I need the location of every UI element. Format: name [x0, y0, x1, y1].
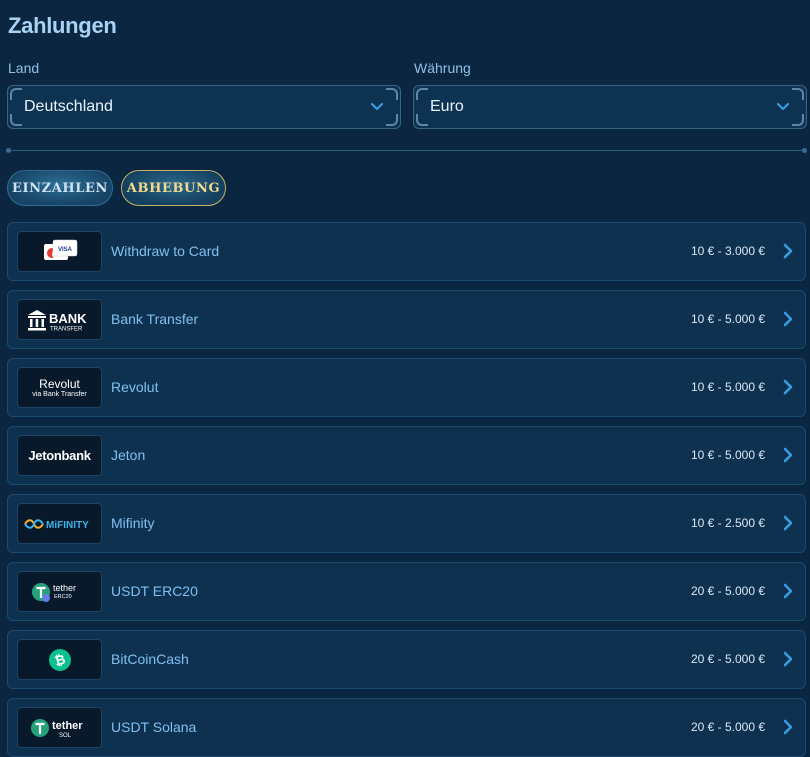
- method-range: 10 € - 2.500 €: [690, 516, 765, 530]
- chevron-right-icon: [783, 243, 793, 259]
- payment-method-row[interactable]: MiFINITY Mifinity 10 € - 2.500 €: [7, 494, 806, 553]
- method-name: Revolut: [111, 379, 159, 395]
- tab-withdraw[interactable]: ABHEBUNG: [121, 170, 226, 206]
- bank-icon: BANK TRANSFER: [27, 309, 87, 332]
- payment-method-row[interactable]: VISA Withdraw to Card 10 € - 3.000 €: [7, 222, 806, 281]
- logo-container: MiFINITY: [17, 503, 102, 544]
- logo-container: tether SOL: [17, 707, 102, 748]
- tether-logo-text: tether: [53, 583, 76, 593]
- logo-container: Revolut via Bank Transfer: [17, 367, 102, 408]
- corner-ornament: [386, 88, 398, 100]
- corner-ornament: [416, 88, 428, 100]
- visa-card-icon: VISA: [43, 239, 77, 260]
- country-select[interactable]: Deutschland: [7, 85, 401, 129]
- corner-ornament: [792, 114, 804, 126]
- payment-method-row[interactable]: ₿ BitCoinCash 20 € - 5.000 €: [7, 630, 806, 689]
- payment-method-row[interactable]: tether ERC20 USDT ERC20 20 € - 5.000 €: [7, 562, 806, 621]
- country-label: Land: [8, 60, 40, 76]
- bitcoin-cash-icon: ₿: [48, 648, 71, 671]
- revolut-logo-subtext: via Bank Transfer: [32, 390, 87, 398]
- tether-logo-subtext: ERC20: [54, 594, 72, 600]
- mifinity-logo: MiFINITY: [23, 518, 89, 531]
- visa-logo-text: VISA: [57, 247, 72, 253]
- tether-icon: tether ERC20: [31, 582, 76, 602]
- corner-ornament: [10, 114, 22, 126]
- payment-method-row[interactable]: Revolut via Bank Transfer Revolut 10 € -…: [7, 358, 806, 417]
- tab-deposit[interactable]: EINZAHLEN: [7, 170, 113, 206]
- chevron-right-icon: [783, 515, 793, 531]
- payments-page: Zahlungen Land Deutschland Währung Euro …: [0, 0, 810, 757]
- method-name: Jeton: [111, 447, 146, 463]
- mifinity-logo-text: MiFINITY: [46, 520, 89, 531]
- currency-value: Euro: [430, 98, 464, 115]
- jetonbank-logo: Jetonbank: [28, 448, 91, 463]
- logo-container: ₿: [17, 639, 102, 680]
- page-title: Zahlungen: [8, 13, 117, 38]
- logo-container: tether ERC20: [17, 571, 102, 612]
- currency-label: Währung: [414, 60, 471, 76]
- bank-logo-text: BANK: [49, 311, 87, 326]
- corner-ornament: [792, 88, 804, 100]
- revolut-logo-text: Revolut: [39, 376, 80, 391]
- logo-container: Jetonbank: [17, 435, 102, 476]
- method-name: Mifinity: [111, 515, 155, 531]
- revolut-logo: Revolut via Bank Transfer: [32, 378, 86, 398]
- logo-container: VISA: [17, 231, 102, 272]
- chevron-right-icon: [783, 651, 793, 667]
- tether-logo-subtext: SOL: [59, 733, 72, 739]
- method-range: 20 € - 5.000 €: [690, 584, 765, 598]
- method-range: 20 € - 5.000 €: [690, 652, 765, 666]
- chevron-right-icon: [783, 379, 793, 395]
- method-name: BitCoinCash: [111, 651, 189, 667]
- method-range: 10 € - 5.000 €: [690, 448, 765, 462]
- divider: [6, 148, 807, 153]
- chevron-right-icon: [783, 583, 793, 599]
- method-range: 10 € - 5.000 €: [690, 312, 765, 326]
- payment-method-row[interactable]: tether SOL USDT Solana 20 € - 5.000 €: [7, 698, 806, 757]
- payment-method-row[interactable]: BANK TRANSFER Bank Transfer 10 € - 5.000…: [7, 290, 806, 349]
- corner-ornament: [10, 88, 22, 100]
- method-name: USDT ERC20: [111, 583, 198, 599]
- method-name: Withdraw to Card: [111, 243, 220, 259]
- payment-method-row[interactable]: Jetonbank Jeton 10 € - 5.000 €: [7, 426, 806, 485]
- chevron-down-icon: [370, 102, 384, 111]
- method-name: Bank Transfer: [111, 311, 199, 327]
- chevron-right-icon: [783, 719, 793, 735]
- logo-container: BANK TRANSFER: [17, 299, 102, 340]
- country-value: Deutschland: [24, 98, 113, 115]
- chevron-down-icon: [776, 102, 790, 111]
- method-name: USDT Solana: [111, 719, 197, 735]
- corner-ornament: [386, 114, 398, 126]
- chevron-right-icon: [783, 311, 793, 327]
- tether-logo-text: tether: [52, 720, 83, 732]
- method-range: 10 € - 3.000 €: [690, 244, 765, 258]
- bank-logo-subtext: TRANSFER: [50, 326, 83, 332]
- corner-ornament: [416, 114, 428, 126]
- chevron-right-icon: [783, 447, 793, 463]
- tether-icon: tether SOL: [30, 718, 83, 739]
- method-range: 10 € - 5.000 €: [690, 380, 765, 394]
- currency-select[interactable]: Euro: [413, 85, 807, 129]
- method-range: 20 € - 5.000 €: [690, 720, 765, 734]
